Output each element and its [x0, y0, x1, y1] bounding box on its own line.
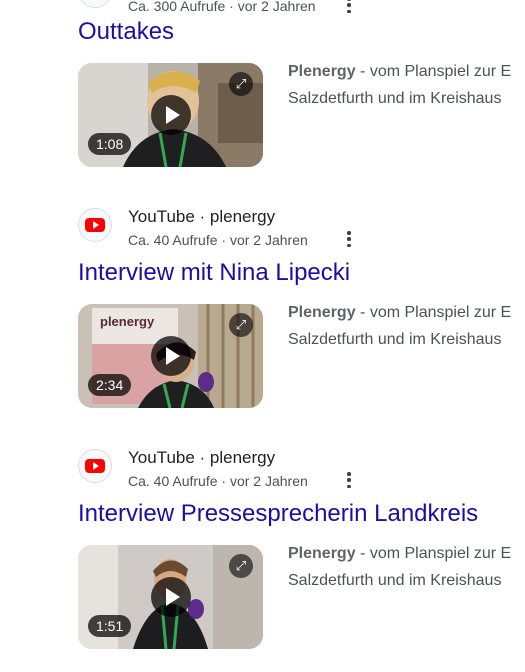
video-thumbnail[interactable]: ⤢ 1:08	[78, 63, 263, 167]
more-options-icon[interactable]	[344, 0, 354, 14]
result-snippet: Plenergy - vom Planspiel zur E Salzdetfu…	[288, 58, 525, 112]
more-options-icon[interactable]	[344, 230, 354, 248]
snippet-highlight: Plenergy	[288, 545, 356, 562]
play-icon[interactable]	[150, 577, 191, 617]
snippet-text: - vom Planspiel zur E	[355, 545, 512, 562]
upload-age: vor 2 Jahren	[237, 0, 316, 14]
upload-age: vor 2 Jahren	[229, 473, 308, 489]
result-snippet: Plenergy - vom Planspiel zur E Salzdetfu…	[288, 540, 525, 594]
result-stats: Ca. 40 Aufrufe · vor 2 Jahren	[128, 473, 308, 489]
video-duration: 1:51	[88, 615, 132, 637]
result-stats: Ca. 300 Aufrufe · vor 2 Jahren	[128, 0, 316, 14]
views-count: Ca. 40 Aufrufe	[128, 473, 218, 489]
youtube-favicon	[78, 0, 112, 8]
youtube-icon	[85, 459, 105, 473]
result-title-link[interactable]: Interview Pressesprecherin Landkreis	[78, 500, 478, 528]
youtube-icon	[85, 218, 105, 232]
views-count: Ca. 300 Aufrufe	[128, 0, 226, 14]
separator: ·	[225, 0, 238, 14]
views-count: Ca. 40 Aufrufe	[128, 232, 218, 248]
youtube-favicon	[78, 449, 112, 483]
result-source[interactable]: YouTube · plenergy	[128, 207, 275, 227]
result-source[interactable]: YouTube · plenergy	[128, 448, 275, 468]
separator: ·	[217, 232, 230, 248]
separator: ·	[217, 473, 230, 489]
snippet-text: - vom Planspiel zur E	[355, 304, 512, 321]
play-icon[interactable]	[150, 336, 191, 376]
snippet-text-line2: Salzdetfurth und im Kreishaus	[288, 572, 502, 589]
snippet-text: - vom Planspiel zur E	[355, 63, 512, 80]
snippet-text-line2: Salzdetfurth und im Kreishaus	[288, 331, 502, 348]
snippet-highlight: Plenergy	[288, 304, 356, 321]
result-title-link[interactable]: Outtakes	[78, 18, 174, 46]
snippet-text-line2: Salzdetfurth und im Kreishaus	[288, 90, 502, 107]
youtube-favicon	[78, 208, 112, 242]
result-snippet: Plenergy - vom Planspiel zur E Salzdetfu…	[288, 299, 525, 353]
video-duration: 1:08	[88, 133, 132, 155]
expand-icon[interactable]: ⤢	[229, 313, 253, 337]
video-thumbnail[interactable]: plenergy ⤢ 2:34	[78, 304, 263, 408]
more-options-icon[interactable]	[344, 471, 354, 489]
expand-icon[interactable]: ⤢	[229, 72, 253, 96]
result-stats: Ca. 40 Aufrufe · vor 2 Jahren	[128, 232, 308, 248]
result-meta: YouTube · plenergy Ca. 40 Aufrufe · vor …	[78, 448, 518, 499]
video-duration: 2:34	[88, 374, 132, 396]
result-title-link[interactable]: Interview mit Nina Lipecki	[78, 259, 350, 287]
snippet-highlight: Plenergy	[288, 63, 356, 80]
expand-icon[interactable]: ⤢	[229, 554, 253, 578]
play-icon[interactable]	[150, 95, 191, 135]
result-meta: YouTube · plenergy Ca. 40 Aufrufe · vor …	[78, 207, 518, 258]
video-thumbnail[interactable]: ⤢ 1:51	[78, 545, 263, 649]
thumbnail-banner-text: plenergy	[100, 314, 155, 329]
upload-age: vor 2 Jahren	[229, 232, 308, 248]
